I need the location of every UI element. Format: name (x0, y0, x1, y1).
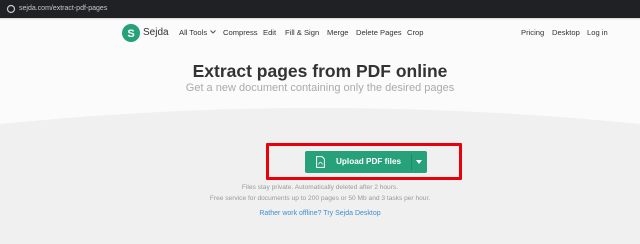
logo-letter: S (127, 28, 134, 40)
chevron-down-icon (210, 30, 216, 34)
pdf-file-icon (316, 156, 325, 168)
nav-edit[interactable]: Edit (263, 27, 276, 39)
upload-pdf-button[interactable]: Upload PDF files (305, 151, 427, 173)
nav-crop[interactable]: Crop (407, 27, 423, 39)
dropdown-caret-icon[interactable] (416, 160, 422, 164)
nav-merge[interactable]: Merge (327, 27, 349, 39)
sejda-logo[interactable]: S (122, 24, 140, 42)
privacy-note: Files stay private. Automatically delete… (241, 184, 399, 191)
button-divider (411, 154, 412, 170)
nav-fill-sign[interactable]: Fill & Sign (285, 27, 319, 39)
brand-name[interactable]: Sejda (143, 27, 169, 39)
nav-compress[interactable]: Compress (223, 27, 258, 39)
nav-desktop[interactable]: Desktop (552, 27, 580, 39)
upload-pdf-label: Upload PDF files (336, 157, 402, 166)
limits-note: Free service for documents up to 200 pag… (209, 195, 431, 202)
nav-all-tools-label: All Tools (179, 28, 208, 37)
try-desktop-link[interactable]: Rather work offline? Try Sejda Desktop (0, 209, 640, 219)
page-title: Extract pages from PDF online (192, 61, 448, 81)
nav-pricing[interactable]: Pricing (521, 27, 544, 39)
page-subtitle: Get a new document containing only the d… (185, 82, 455, 94)
nav-login[interactable]: Log in (587, 27, 608, 39)
nav-delete-pages[interactable]: Delete Pages (356, 27, 402, 39)
nav-all-tools[interactable]: All Tools (179, 27, 216, 39)
